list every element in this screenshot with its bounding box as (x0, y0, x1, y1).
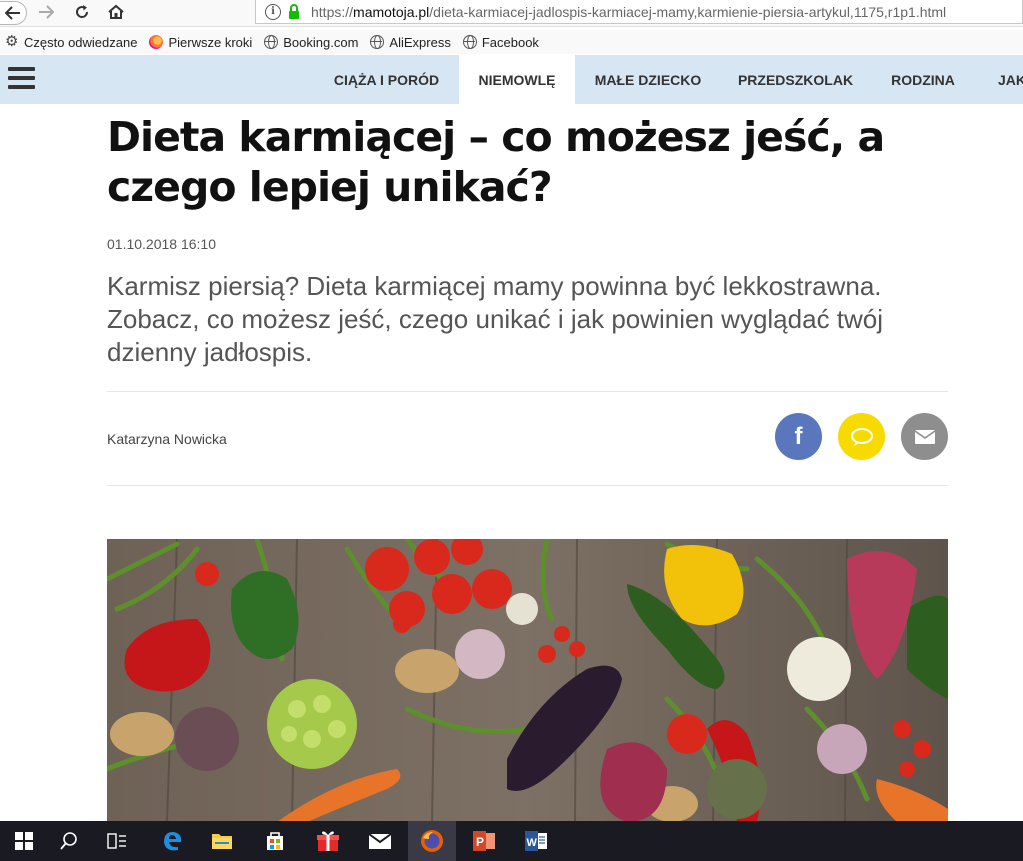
home-icon (108, 4, 124, 19)
address-bar[interactable]: i https://mamotoja.pl/dieta-karmiacej-ja… (255, 0, 1023, 24)
divider (107, 391, 948, 392)
divider (107, 485, 948, 486)
nav-tab-niemowle[interactable]: NIEMOWLĘ (459, 55, 575, 104)
windows-taskbar: P W (0, 821, 1023, 861)
bookmark-aliexpress[interactable]: AliExpress (370, 34, 451, 50)
bookmark-label: Facebook (481, 34, 539, 50)
bookmarks-toolbar: ⚙ Często odwiedzane Pierwsze kroki Booki… (0, 30, 1023, 54)
bookmark-label: Często odwiedzane (24, 34, 138, 50)
forward-arrow-icon (39, 5, 54, 19)
share-comment-button[interactable] (838, 413, 885, 460)
bookmark-facebook[interactable]: Facebook (462, 34, 539, 50)
nav-tab-ciaza-i-porod[interactable]: CIĄŻA I PORÓD (318, 55, 455, 104)
article-hero-image (107, 539, 948, 822)
store-icon[interactable] (251, 821, 299, 861)
globe-icon (462, 35, 477, 49)
search-icon[interactable] (45, 821, 93, 861)
firefox-icon (149, 35, 164, 49)
site-navigation: CIĄŻA I PORÓD NIEMOWLĘ MAŁE DZIECKO PRZE… (0, 55, 1023, 104)
nav-tab-label: RODZINA (891, 71, 955, 88)
bookmark-pierwsze-kroki[interactable]: Pierwsze kroki (149, 35, 252, 50)
file-explorer-icon[interactable] (198, 821, 246, 861)
powerpoint-icon[interactable]: P (460, 821, 508, 861)
word-icon[interactable]: W (512, 821, 560, 861)
article-date: 01.10.2018 16:10 (107, 236, 216, 252)
url-domain: mamotoja.pl (353, 3, 430, 20)
nav-tab-rodzina[interactable]: RODZINA (878, 55, 968, 104)
article-lead: Karmisz piersią? Dieta karmiącej mamy po… (107, 271, 884, 367)
home-button[interactable] (104, 1, 128, 23)
task-view-icon[interactable] (93, 821, 141, 861)
browser-toolbar: i https://mamotoja.pl/dieta-karmiacej-ja… (0, 0, 1023, 27)
nav-tab-male-dziecko[interactable]: MAŁE DZIECKO (582, 55, 714, 104)
nav-tab-label: PRZEDSZKOLAK (737, 71, 854, 88)
site-info-icon[interactable]: i (265, 3, 281, 20)
nav-tab-label: MAŁE DZIECKO (594, 71, 702, 88)
bookmark-booking[interactable]: Booking.com (264, 35, 358, 50)
windows-start-icon[interactable] (0, 821, 48, 861)
forward-button[interactable] (34, 1, 58, 23)
nav-tab-label: CIĄŻA I PORÓD (333, 71, 440, 88)
reload-icon (76, 5, 89, 18)
firefox-icon[interactable] (408, 821, 456, 861)
bookmark-label: Booking.com (283, 34, 359, 50)
bookmark-label: Pierwsze kroki (168, 34, 253, 50)
url-prefix: https:// (311, 3, 354, 20)
svg-text:P: P (476, 835, 484, 849)
back-arrow-icon (5, 6, 20, 20)
back-button[interactable] (0, 1, 27, 25)
share-email-button[interactable] (901, 413, 948, 460)
share-facebook-button[interactable]: f (775, 413, 822, 460)
edge-icon[interactable] (148, 821, 196, 861)
comment-bubble-icon (850, 427, 873, 446)
svg-text:W: W (527, 837, 538, 849)
hamburger-menu-icon[interactable] (8, 67, 35, 91)
reload-button[interactable] (70, 1, 94, 23)
globe-icon (264, 35, 279, 49)
vegetables-photo-illustration (107, 539, 948, 822)
nav-tab-jak[interactable]: JAK (984, 55, 1023, 104)
url-path: /dieta-karmiacej-jadlospis-karmiacej-mam… (429, 3, 947, 20)
gift-icon[interactable] (304, 821, 352, 861)
globe-icon (370, 35, 385, 49)
mail-app-icon[interactable] (356, 821, 404, 861)
article-title: Dieta karmiącej – co możesz jeść, a czeg… (107, 113, 885, 211)
nav-tab-label: NIEMOWLĘ (478, 71, 556, 88)
envelope-icon (914, 429, 935, 444)
article-author[interactable]: Katarzyna Nowicka (107, 431, 227, 447)
nav-tab-label: JAK (998, 71, 1023, 88)
gear-icon: ⚙ (5, 33, 19, 50)
nav-tab-przedszkolak[interactable]: PRZEDSZKOLAK (724, 55, 867, 104)
bookmark-label: AliExpress (389, 34, 451, 50)
lock-icon (289, 3, 299, 19)
facebook-icon: f (794, 422, 803, 450)
url-text: https://mamotoja.pl/dieta-karmiacej-jadl… (311, 4, 946, 20)
bookmark-czesto-odwiedzane[interactable]: ⚙ Często odwiedzane (5, 33, 138, 50)
